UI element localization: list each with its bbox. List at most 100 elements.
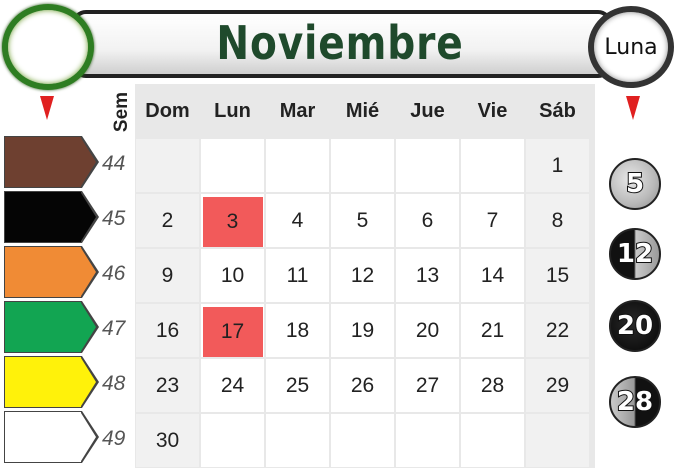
waning-moon-icon: 12 [609,228,661,280]
day-number: 20 [415,319,440,342]
day-header: Mar [279,100,316,122]
calendar-day-cell[interactable]: 22 [526,304,589,357]
day-number: 18 [285,319,310,342]
day-number: 25 [285,374,310,397]
week-arrow-fill [81,303,96,351]
day-number: 21 [480,319,505,342]
week-number: 44 [102,152,126,175]
calendar-empty-cell [461,139,524,192]
calendar-day-cell[interactable]: 16 [136,304,199,357]
calendar-day-cell[interactable]: 8 [526,194,589,247]
calendar-day-cell[interactable]: 24 [201,359,264,412]
day-number: 12 [350,264,375,287]
month-title: Noviembre [216,16,464,70]
day-number: 10 [220,264,245,287]
week-arrow-fill [81,413,96,461]
moon-phase-day: 28 [616,386,654,418]
calendar-day-cell[interactable]: 1 [526,139,589,192]
week-number: 45 [102,207,126,230]
calendar-day-cell[interactable]: 25 [266,359,329,412]
day-number: 16 [155,319,180,342]
day-header: Dom [145,100,190,122]
calendar-day-cell[interactable]: 15 [526,249,589,302]
calendar-day-cell[interactable]: 6 [396,194,459,247]
calendar-day-cell[interactable]: 10 [201,249,264,302]
day-number: 8 [551,209,564,232]
day-header: Sáb [539,100,576,122]
calendar-day-cell[interactable]: 30 [136,414,199,467]
calendar-empty-cell [201,414,264,467]
calendar-day-cell[interactable]: 23 [136,359,199,412]
day-number: 4 [291,209,304,232]
waxing-moon-icon: 28 [609,376,661,428]
day-number: 5 [356,209,369,232]
calendar-day-cell[interactable]: 20 [396,304,459,357]
week-arrow-fill [81,358,96,406]
day-number: 27 [415,374,440,397]
day-number: 26 [350,374,375,397]
calendar-day-cell[interactable]: 3 [201,194,264,247]
arrow-down-icon [40,96,54,120]
day-number: 11 [286,264,309,287]
day-header: Vie [477,100,508,122]
day-number: 19 [350,319,375,342]
day-header: Jue [410,100,445,122]
calendar-day-cell[interactable]: 11 [266,249,329,302]
week-column-header: Sem [108,86,136,138]
day-number: 29 [545,374,570,397]
day-header: Mié [345,100,380,122]
calendar-empty-cell [266,414,329,467]
calendar-day-cell[interactable]: 13 [396,249,459,302]
day-number: 24 [220,374,245,397]
day-number: 1 [551,154,564,177]
calendar-day-cell[interactable]: 28 [461,359,524,412]
week-arrow-fill [81,193,96,241]
calendar-day-cell[interactable]: 18 [266,304,329,357]
calendar-day-cell[interactable]: 4 [266,194,329,247]
moon-phase-day: 20 [616,310,654,342]
day-number: 14 [480,264,505,287]
calendar-day-cell[interactable]: 2 [136,194,199,247]
day-number: 7 [486,209,499,232]
calendar-empty-cell [201,139,264,192]
calendar-empty-cell [266,139,329,192]
week-number: 47 [102,317,126,340]
week-color-tag [4,246,82,298]
calendar-empty-cell [396,414,459,467]
calendar-empty-cell [136,139,199,192]
arrow-down-icon [626,96,640,120]
week-color-tag [4,301,82,353]
calendar-empty-cell [526,414,589,467]
week-number: 49 [102,427,126,450]
day-number: 9 [161,264,174,287]
calendar-day-cell[interactable]: 26 [331,359,394,412]
calendar-day-cell[interactable]: 27 [396,359,459,412]
calendar-day-cell[interactable]: 5 [331,194,394,247]
calendar-day-cell[interactable]: 21 [461,304,524,357]
week-arrow-fill [81,138,96,186]
week-arrow-fill [81,248,96,296]
calendar-day-cell[interactable]: 29 [526,359,589,412]
calendar-day-cell[interactable]: 7 [461,194,524,247]
day-number: 28 [480,374,505,397]
day-number: 2 [161,209,174,232]
calendar-empty-cell [331,414,394,467]
calendar-day-cell[interactable]: 9 [136,249,199,302]
day-number: 3 [202,197,263,247]
moon-phase-day: 12 [616,238,654,270]
calendar-day-cell[interactable]: 17 [201,304,264,357]
day-number: 22 [545,319,570,342]
calendar-empty-cell [461,414,524,467]
moon-phase-day: 5 [625,168,645,200]
moon-circle: Luna [588,6,674,88]
week-color-tag [4,136,82,188]
calendar-day-cell[interactable]: 12 [331,249,394,302]
calendar-day-cell[interactable]: 14 [461,249,524,302]
new-moon-icon: 20 [609,300,661,352]
day-number: 13 [415,264,440,287]
calendar-day-cell[interactable]: 19 [331,304,394,357]
week-number: 46 [102,262,126,285]
day-number: 6 [421,209,434,232]
week-column-label: Sem [111,91,133,133]
calendar-empty-cell [396,139,459,192]
